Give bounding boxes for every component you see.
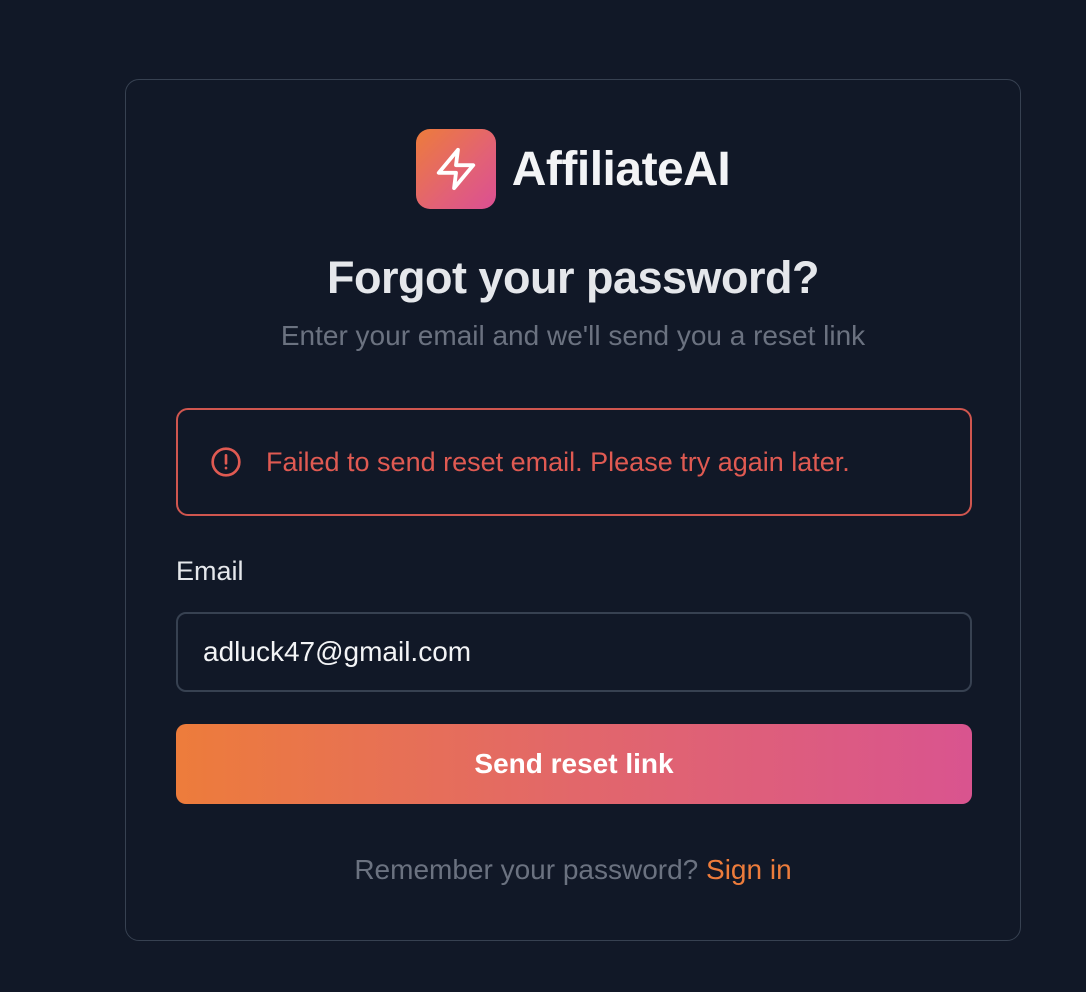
page-title: Forgot your password? [326,252,820,303]
app-logo [415,129,496,209]
brand-name: AffiliateAI [511,142,731,196]
send-reset-link-button[interactable]: Send reset link [176,724,972,804]
brand-header: AffiliateAI [126,129,1020,209]
email-field[interactable] [176,612,972,692]
lightning-bolt-icon [436,147,475,191]
remember-password-text: Remember your password? [354,854,707,885]
signin-prompt: Remember your password? Sign in [126,854,1020,886]
forgot-password-card: AffiliateAI Forgot your password? Enter … [125,79,1021,941]
email-label: Email [176,556,244,586]
error-alert: Failed to send reset email. Please try a… [176,408,972,516]
sign-in-link[interactable]: Sign in [706,854,792,885]
page-subtitle: Enter your email and we'll send you a re… [280,320,866,351]
alert-circle-icon [211,447,241,477]
error-message: Failed to send reset email. Please try a… [266,446,850,477]
